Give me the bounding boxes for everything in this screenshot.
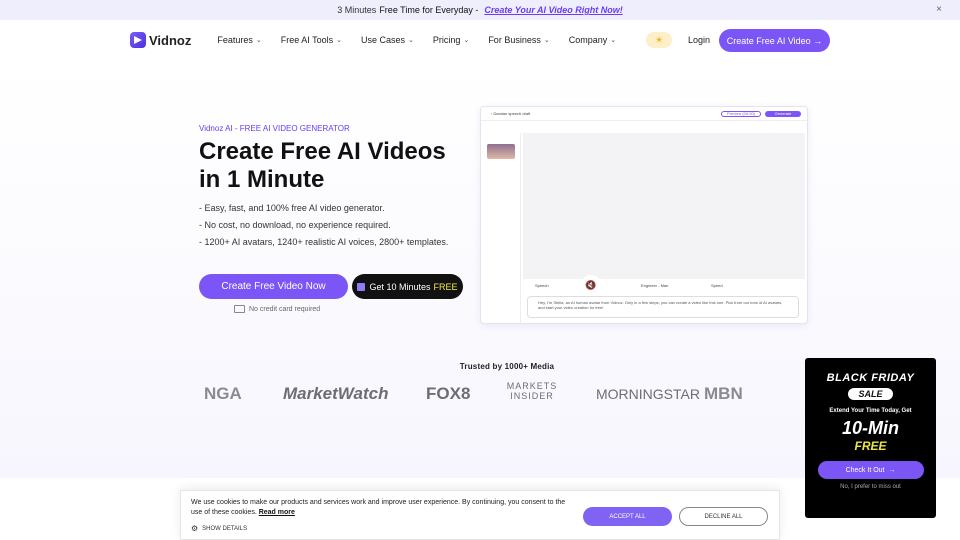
cookie-message: We use cookies to make our products and …: [191, 499, 566, 516]
close-icon[interactable]: ×: [936, 4, 942, 15]
speed-label: Speed: [711, 283, 723, 288]
chevron-down-icon: ⌄: [463, 37, 470, 44]
promo-dismiss-link[interactable]: No, I prefer to miss out: [805, 484, 936, 490]
arrow-right-icon: →: [888, 466, 896, 474]
speech-label: Speech: [535, 283, 549, 288]
decline-all-button[interactable]: DECLINE ALL: [679, 507, 768, 526]
button-label: Check It Out: [845, 466, 885, 474]
media-logo-nga: NGA: [204, 384, 242, 403]
note-text: No credit card required: [249, 305, 321, 313]
editor-preview: ‹ Damian speech draft Preview (00:00) Gene…: [480, 106, 808, 324]
nav-item-pricing[interactable]: Pricing ⌄: [433, 35, 469, 45]
login-link[interactable]: Login: [688, 35, 710, 45]
hero-bullet: - 1200+ AI avatars, 1240+ realistic AI v…: [199, 237, 449, 247]
nav-item-use-cases[interactable]: Use Cases ⌄: [361, 35, 414, 45]
nav-label: Company: [568, 35, 608, 45]
get-10-minutes-free-button[interactable]: Get 10 Minutes FREE: [352, 274, 463, 299]
announcement-prefix: 3 Minutes: [337, 5, 377, 15]
free-label: FREE: [433, 281, 458, 292]
check-it-out-button[interactable]: Check It Out →: [817, 461, 924, 479]
black-friday-promo: BLACK FRIDAY SALE Extend Your Time Today…: [805, 358, 936, 518]
create-free-ai-video-button[interactable]: Create Free AI Video →: [719, 29, 830, 52]
sun-icon[interactable]: ☀: [646, 32, 672, 48]
editor-canvas: 🔇: [523, 133, 805, 295]
editor-toolbar: ‹ Damian speech draft Preview (00:00) Gene…: [481, 107, 807, 121]
gift-icon: [357, 282, 366, 291]
promo-extend: Extend Your Time Today, Get: [829, 408, 912, 414]
accept-all-button[interactable]: ACCEPT ALL: [583, 507, 672, 526]
read-more-link[interactable]: Read more: [259, 509, 295, 516]
voice-label: Engineer - Man: [641, 283, 669, 288]
editor-title: Damian speech draft: [493, 111, 531, 116]
hero-bullet: - Easy, fast, and 100% free AI video gen…: [199, 203, 385, 213]
hero-bullet: - No cost, no download, no experience re…: [199, 220, 391, 230]
nav-item-company[interactable]: Company ⌄: [569, 35, 616, 45]
chevron-down-icon: ⌄: [255, 37, 262, 44]
credit-card-icon: [234, 305, 245, 313]
nav-item-free-ai-tools[interactable]: Free AI Tools ⌄: [281, 35, 342, 45]
chevron-down-icon: ⌄: [408, 37, 414, 44]
nav-label: Features: [217, 35, 253, 45]
preview-button: Preview (00:00): [721, 111, 761, 117]
promo-minutes: 10-Min: [841, 418, 899, 438]
promo-free: FREE: [854, 439, 887, 453]
cookie-text: We use cookies to make our products and …: [191, 498, 576, 518]
nav-label: For Business: [488, 35, 541, 45]
button-label: Get 10 Minutes: [369, 281, 431, 292]
promo-title: BLACK FRIDAY: [826, 372, 915, 384]
nav-label: Free AI Tools: [280, 35, 334, 45]
cta-label: Create Free AI Video: [726, 35, 811, 46]
nav-item-features[interactable]: Features ⌄: [217, 35, 261, 45]
promo-sale: SALE: [848, 388, 893, 400]
media-logo-fox8: FOX8: [426, 384, 471, 403]
main-navigation: Vidnoz Features ⌄ Free AI Tools ⌄ Use Case…: [0, 20, 960, 60]
media-logo-markets-insider: MARKETS INSIDER: [506, 381, 558, 401]
back-icon: ‹: [491, 111, 493, 116]
mute-icon: 🔇: [581, 275, 601, 295]
vidnoz-logo-icon: [130, 32, 146, 48]
editor-sidebar: [481, 133, 521, 323]
media-logo-mbn: MBN: [704, 384, 743, 403]
details-label: SHOW DETAILS: [202, 525, 248, 532]
announcement-highlight: Free Time for Everyday -: [379, 5, 479, 15]
gear-icon: ⚙: [191, 524, 199, 533]
media-logo-marketwatch: MarketWatch: [283, 384, 389, 403]
generate-button: Generate: [765, 111, 801, 117]
chevron-down-icon: ⌄: [543, 37, 550, 44]
nav-label: Use Cases: [361, 35, 406, 45]
hero-eyebrow: Vidnoz AI - FREE AI VIDEO GENERATOR: [199, 124, 350, 133]
logo[interactable]: Vidnoz: [130, 32, 191, 48]
announcement-link[interactable]: Create Your AI Video Right Now!: [484, 5, 622, 15]
nav-label: Pricing: [432, 35, 461, 45]
script-textbox: Hey, I'm Stella, an AI human avatar from…: [527, 296, 799, 318]
arrow-right-icon: →: [813, 35, 823, 46]
avatar-thumbnail: [487, 144, 515, 159]
no-credit-card-note: No credit card required: [234, 305, 320, 313]
create-free-video-now-button[interactable]: Create Free Video Now: [199, 274, 348, 299]
cookie-banner: We use cookies to make our products and …: [180, 490, 780, 540]
nav-item-for-business[interactable]: For Business ⌄: [488, 35, 549, 45]
hero-title: Create Free AI Videos in 1 Minute: [199, 138, 446, 193]
chevron-down-icon: ⌄: [336, 37, 343, 44]
show-details-toggle[interactable]: ⚙ SHOW DETAILS: [191, 524, 247, 533]
announcement-bar: 3 Minutes Free Time for Everyday - Creat…: [0, 0, 960, 20]
brand-name: Vidnoz: [149, 32, 192, 48]
media-logo-morningstar: MORNINGSTAR: [596, 386, 700, 402]
chevron-down-icon: ⌄: [610, 37, 617, 44]
